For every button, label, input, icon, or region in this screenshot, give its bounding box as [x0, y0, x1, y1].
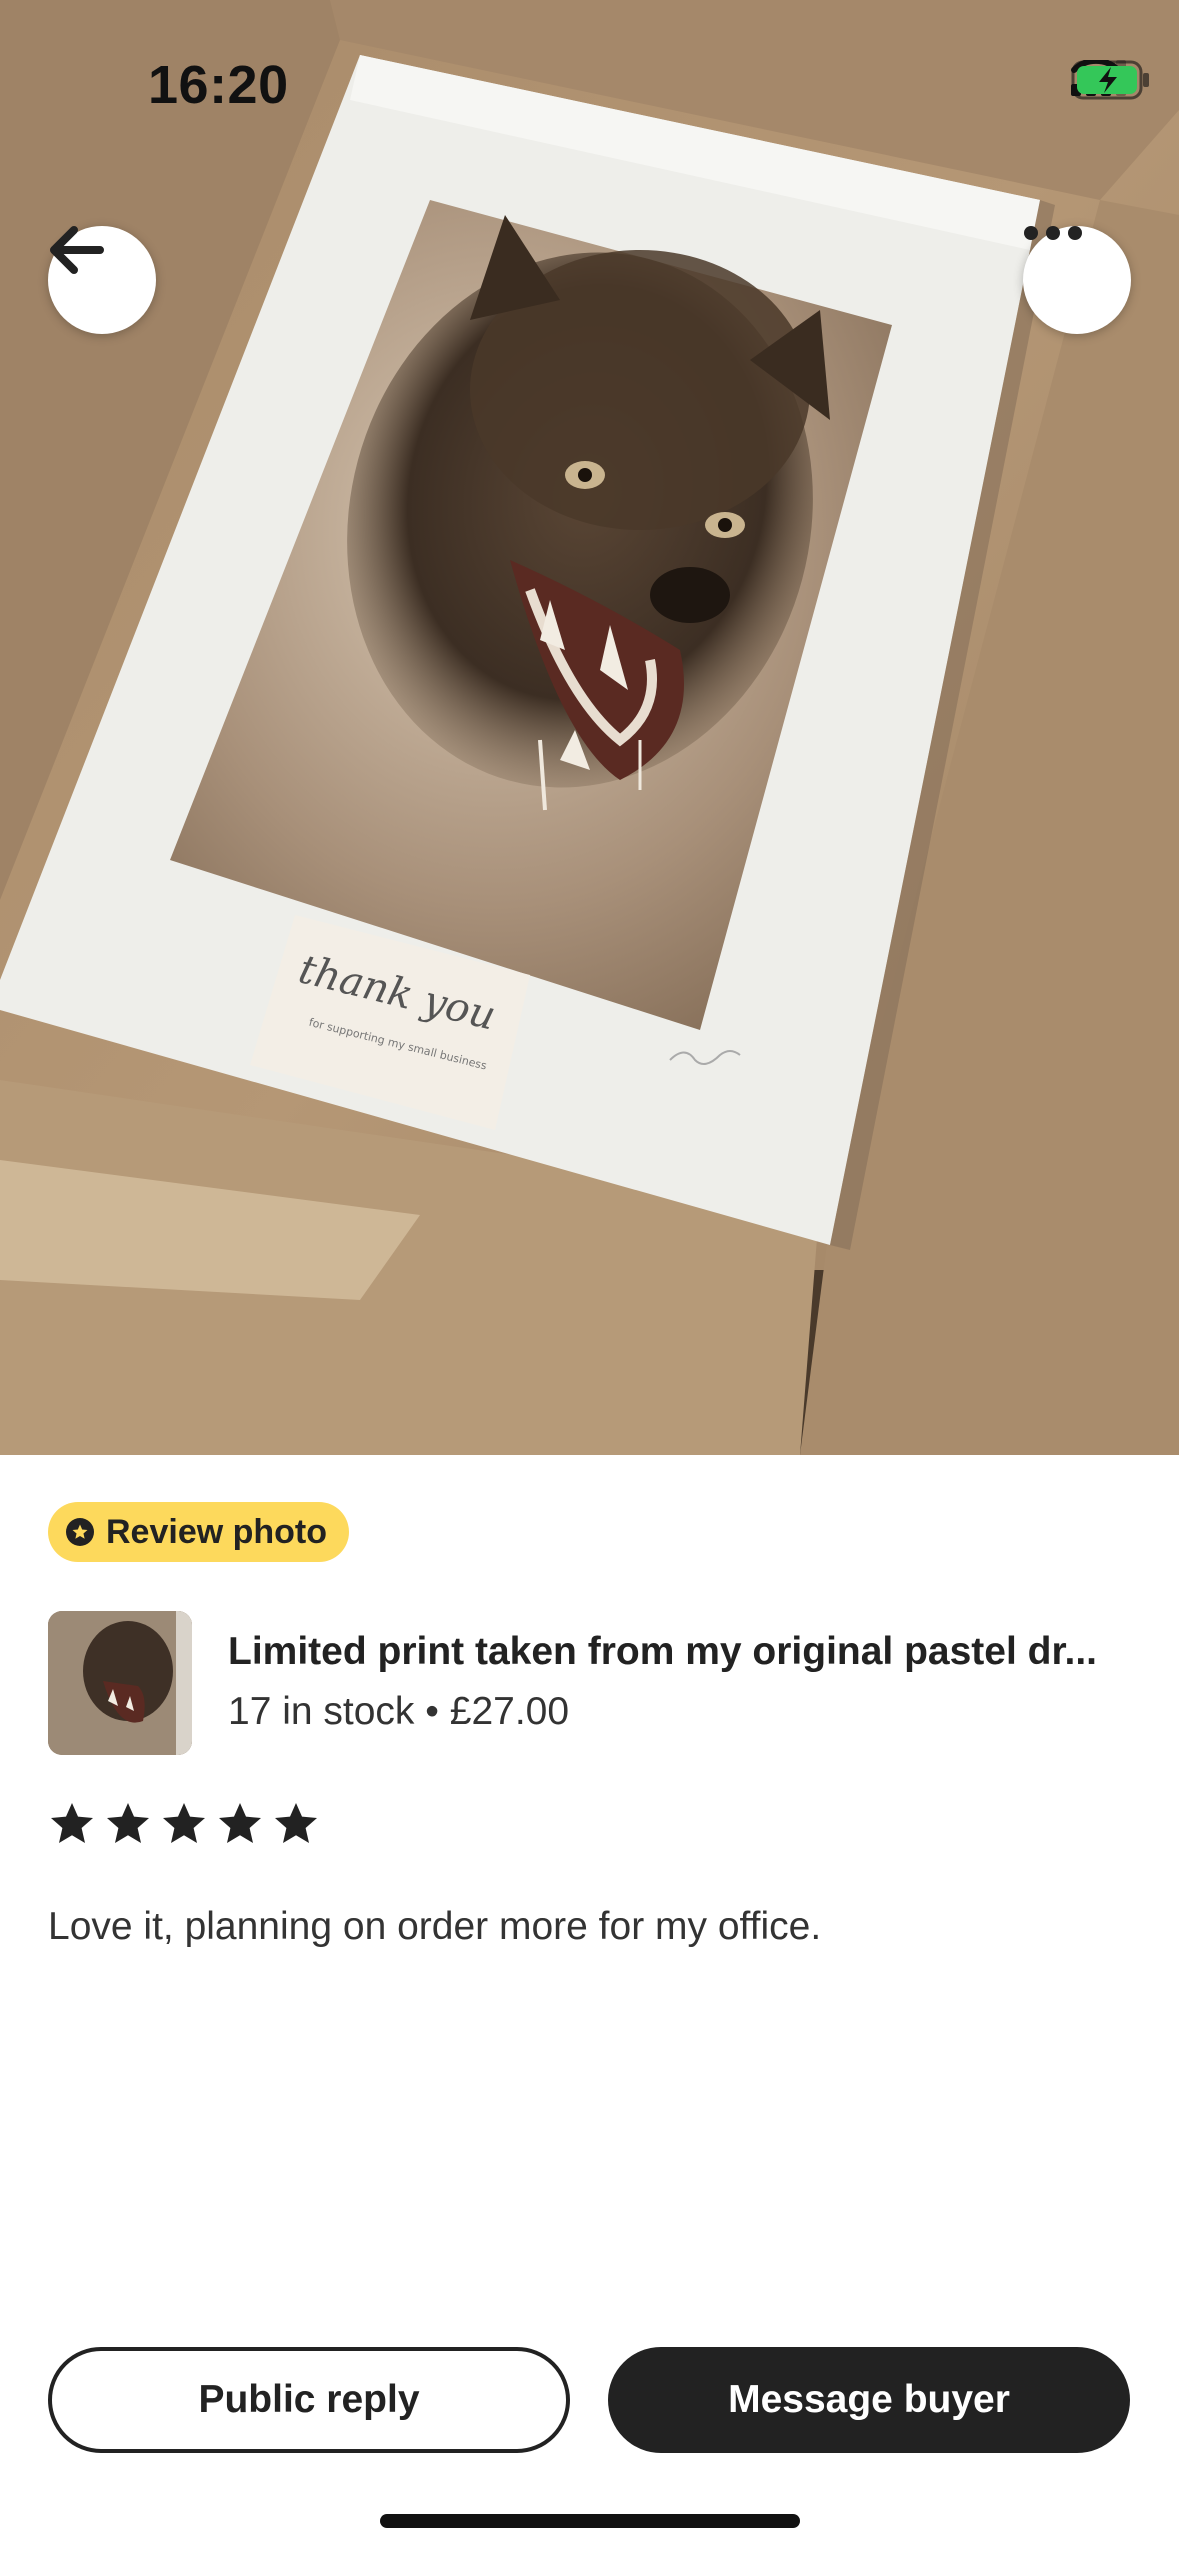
- arrow-left-icon: [50, 226, 104, 274]
- star-icon: [219, 1803, 261, 1843]
- listing-separator: •: [425, 1690, 439, 1733]
- message-buyer-label: Message buyer: [728, 2378, 1010, 2421]
- review-photo[interactable]: thank you for supporting my small busine…: [0, 0, 1179, 1455]
- badge-label: Review photo: [106, 1512, 328, 1551]
- star-icon: [163, 1803, 205, 1843]
- ellipsis-icon: [1024, 226, 1082, 240]
- status-time: 16:20: [148, 55, 289, 115]
- photo-illustration: thank you for supporting my small busine…: [0, 0, 1179, 1455]
- listing-price: £27.00: [449, 1690, 570, 1733]
- message-buyer-button[interactable]: Message buyer: [608, 2347, 1130, 2453]
- review-photo-badge: Review photo: [48, 1502, 350, 1562]
- back-button[interactable]: [48, 226, 156, 334]
- public-reply-button[interactable]: Public reply: [48, 2347, 570, 2453]
- public-reply-label: Public reply: [198, 2378, 420, 2421]
- star-icon: [107, 1803, 149, 1843]
- star-icon: [275, 1803, 317, 1843]
- listing-thumbnail[interactable]: [48, 1611, 192, 1755]
- star-badge-icon: [66, 1518, 94, 1546]
- more-options-button[interactable]: [1023, 226, 1131, 334]
- star-rating: [48, 1800, 320, 1848]
- listing-stock: 17 in stock: [228, 1690, 415, 1733]
- listing-meta: 17 in stock • £27.00: [228, 1690, 569, 1734]
- battery-charging-icon: [1071, 60, 1149, 100]
- listing-title[interactable]: Limited print taken from my original pas…: [228, 1630, 1133, 1674]
- home-indicator: [380, 2514, 800, 2528]
- review-text: Love it, planning on order more for my o…: [48, 1905, 822, 1948]
- star-icon: [51, 1803, 93, 1843]
